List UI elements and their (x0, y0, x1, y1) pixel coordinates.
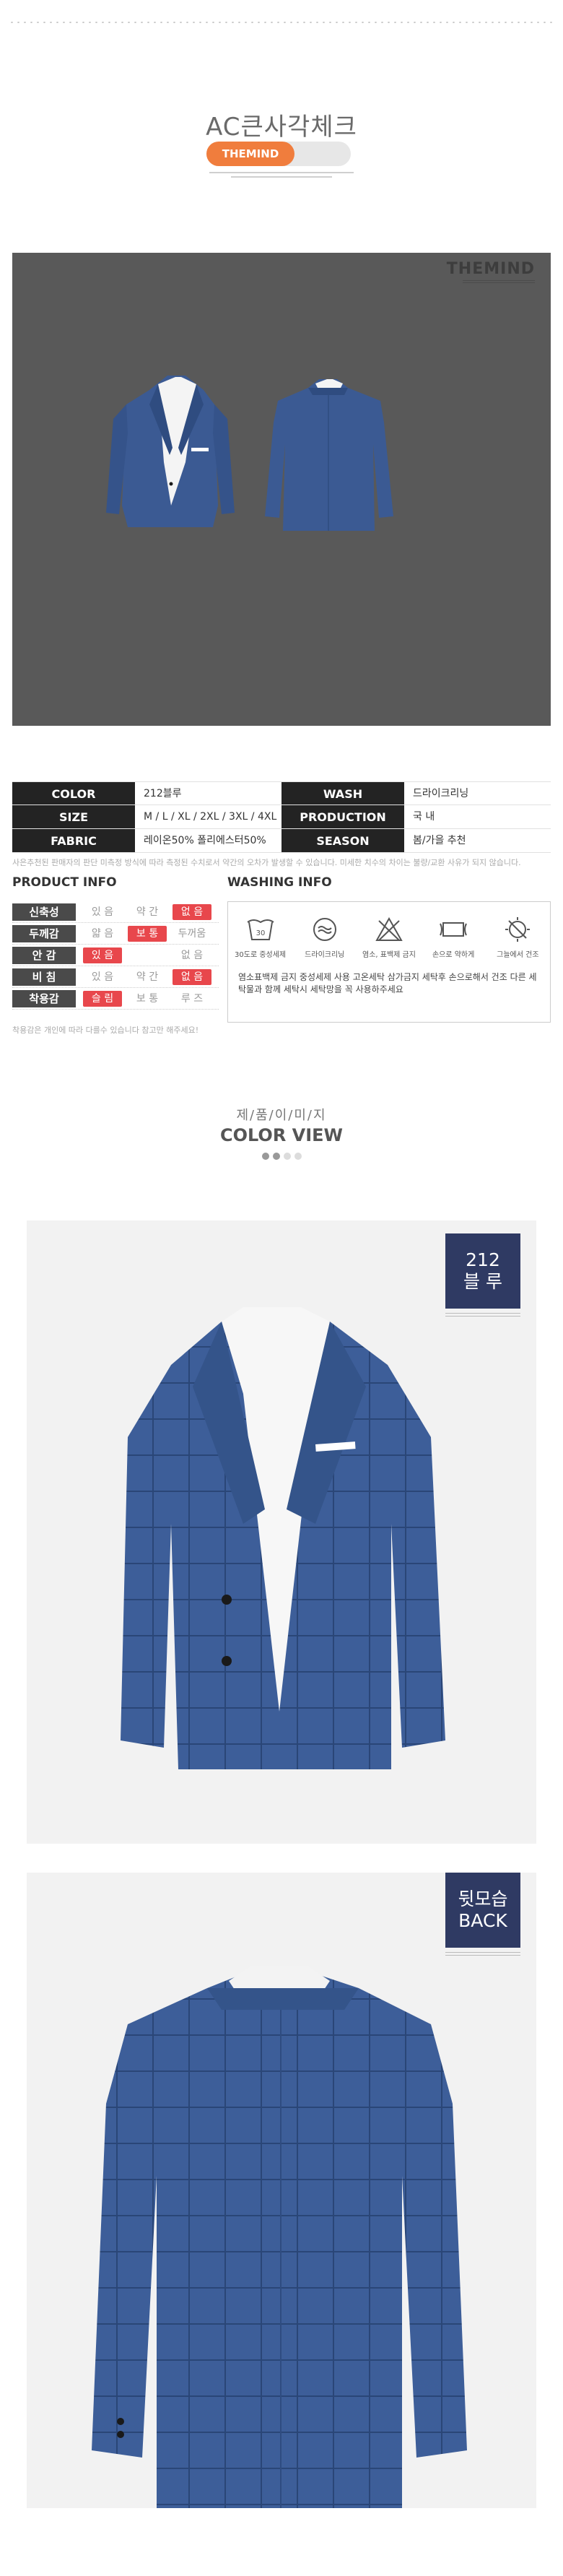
wash-item: 30 30도로 중성세제 (232, 916, 289, 971)
spec-value-fabric: 레이온50% 폴리에스터50% (144, 835, 266, 846)
option: 얇 음 (91, 927, 114, 940)
spec-row: FABRIC 레이온50% 폴리에스터50% SEASON 봄/가을 추천 (12, 829, 551, 853)
dry-clean-icon (313, 918, 336, 941)
product-info-label: 안 감 (12, 946, 76, 964)
option: 있 음 (91, 906, 114, 918)
color-view-dots (0, 1153, 563, 1160)
option-selected: 없 음 (173, 968, 211, 985)
hero-fine-print (209, 172, 354, 178)
fit-note: 착용감은 개인에 따라 다를수 있습니다 참고만 해주세요! (12, 1025, 199, 1035)
option (125, 947, 170, 963)
product-info-label: 신축성 (12, 903, 76, 921)
product-info-row-sheer: 비 침 있 음 약 간 없 음 (12, 966, 219, 988)
option: 보 통 (136, 992, 159, 1005)
dot (294, 1153, 302, 1160)
wash-caption: 그늘에서 건조 (497, 951, 539, 959)
jacket-back-image (265, 379, 393, 531)
product-info-row-lining: 안 감 있 음 없 음 (12, 945, 219, 966)
product-info-row-thickness: 두께감 얇 음 보 통 두꺼움 (12, 923, 219, 945)
option: 두꺼움 (178, 927, 206, 940)
option: 약 간 (136, 906, 159, 918)
jacket-front-closeup-image (121, 1307, 445, 1769)
option-selected: 보 통 (128, 925, 167, 942)
product-info-row-stretch: 신축성 있 음 약 간 없 음 (12, 901, 219, 923)
spec-row: COLOR 212블루 WASH 드라이크리닝 (12, 781, 551, 805)
option: 루 즈 (180, 992, 204, 1005)
dot (272, 1153, 280, 1160)
jacket-back-closeup-image (92, 1966, 467, 2508)
color-view-title: COLOR VIEW (219, 1125, 344, 1145)
shade-dry-icon (505, 917, 531, 942)
spec-label-production: PRODUCTION (282, 805, 404, 828)
spec-label-season: SEASON (282, 829, 404, 852)
washing-instructions: 염소표백제 금지 중성세제 사용 고온세탁 삼가금지 세탁후 손으로해서 건조 … (238, 972, 537, 994)
spec-value-wash: 드라이크리닝 (413, 788, 469, 799)
wash-caption: 드라이크리닝 (305, 951, 345, 959)
hero-pill-wrap: THEMIND (0, 107, 563, 186)
washing-icons: 30 30도로 중성세제 드라이크리닝 염소, 표백제 금지 손으로 약하게 그… (228, 902, 550, 971)
spec-label-size: SIZE (12, 805, 135, 828)
no-bleach-icon (375, 916, 403, 941)
color-view-header: 제/품/이/미/지 COLOR VIEW (0, 1105, 563, 1160)
main-product-photo: THEMIND (12, 253, 551, 726)
wash-caption: 30도로 중성세제 (235, 951, 287, 959)
wash-item: 드라이크리닝 (296, 916, 354, 971)
spec-label-wash: WASH (282, 782, 404, 805)
spec-table: COLOR 212블루 WASH 드라이크리닝 SIZE M / L / XL … (12, 781, 551, 853)
product-info-row-fit: 착용감 슬 림 보 통 루 즈 (12, 988, 219, 1010)
size-notice: 사은추천된 판매자의 판단 미측정 방식에 따라 측정된 수치로서 약간의 오차… (12, 858, 521, 867)
product-info-label: 착용감 (12, 989, 76, 1007)
product-info-label: 비 침 (12, 968, 76, 986)
wash-30-icon: 30 (246, 919, 274, 940)
front-detail-photo: 212 블 루 (27, 1220, 536, 1844)
option: 약 간 (136, 971, 159, 983)
option-selected: 있 음 (83, 947, 122, 963)
washing-info-box: 30 30도로 중성세제 드라이크리닝 염소, 표백제 금지 손으로 약하게 그… (227, 901, 551, 1023)
top-dotted-divider (9, 22, 554, 23)
product-info-table: 신축성 있 음 약 간 없 음 두께감 얇 음 보 통 두꺼움 안 감 있 음 … (12, 901, 219, 1010)
option-selected: 없 음 (173, 903, 211, 920)
wash-item: 그늘에서 건조 (489, 916, 546, 971)
hand-wring-icon (440, 922, 468, 937)
spec-value-season: 봄/가을 추천 (413, 835, 466, 846)
wash-caption: 염소, 표백제 금지 (362, 951, 416, 959)
svg-text:30: 30 (256, 929, 265, 937)
spec-label-fabric: FABRIC (12, 829, 135, 852)
spec-value-size: M / L / XL / 2XL / 3XL / 4XL (144, 811, 277, 823)
washing-info-title: WASHING INFO (227, 875, 332, 890)
option: 있 음 (91, 971, 114, 983)
spec-value-production: 국 내 (413, 811, 435, 823)
back-detail-photo: 뒷모습 BACK (27, 1873, 536, 2508)
product-info-label: 두께감 (12, 924, 76, 942)
product-info-title: PRODUCT INFO (12, 875, 117, 890)
color-view-subtitle: 제/품/이/미/지 (236, 1108, 327, 1123)
dot (283, 1153, 291, 1160)
brand-pill: THEMIND (206, 142, 294, 166)
wash-item: 염소, 표백제 금지 (360, 916, 418, 971)
spec-row: SIZE M / L / XL / 2XL / 3XL / 4XL PRODUC… (12, 805, 551, 829)
spec-value-color: 212블루 (144, 788, 182, 799)
option-selected: 슬 림 (83, 990, 122, 1007)
dot (261, 1153, 269, 1160)
option: 없 음 (180, 949, 204, 961)
spec-label-color: COLOR (12, 782, 135, 805)
wash-caption: 손으로 약하게 (432, 951, 475, 959)
wash-item: 손으로 약하게 (424, 916, 482, 971)
